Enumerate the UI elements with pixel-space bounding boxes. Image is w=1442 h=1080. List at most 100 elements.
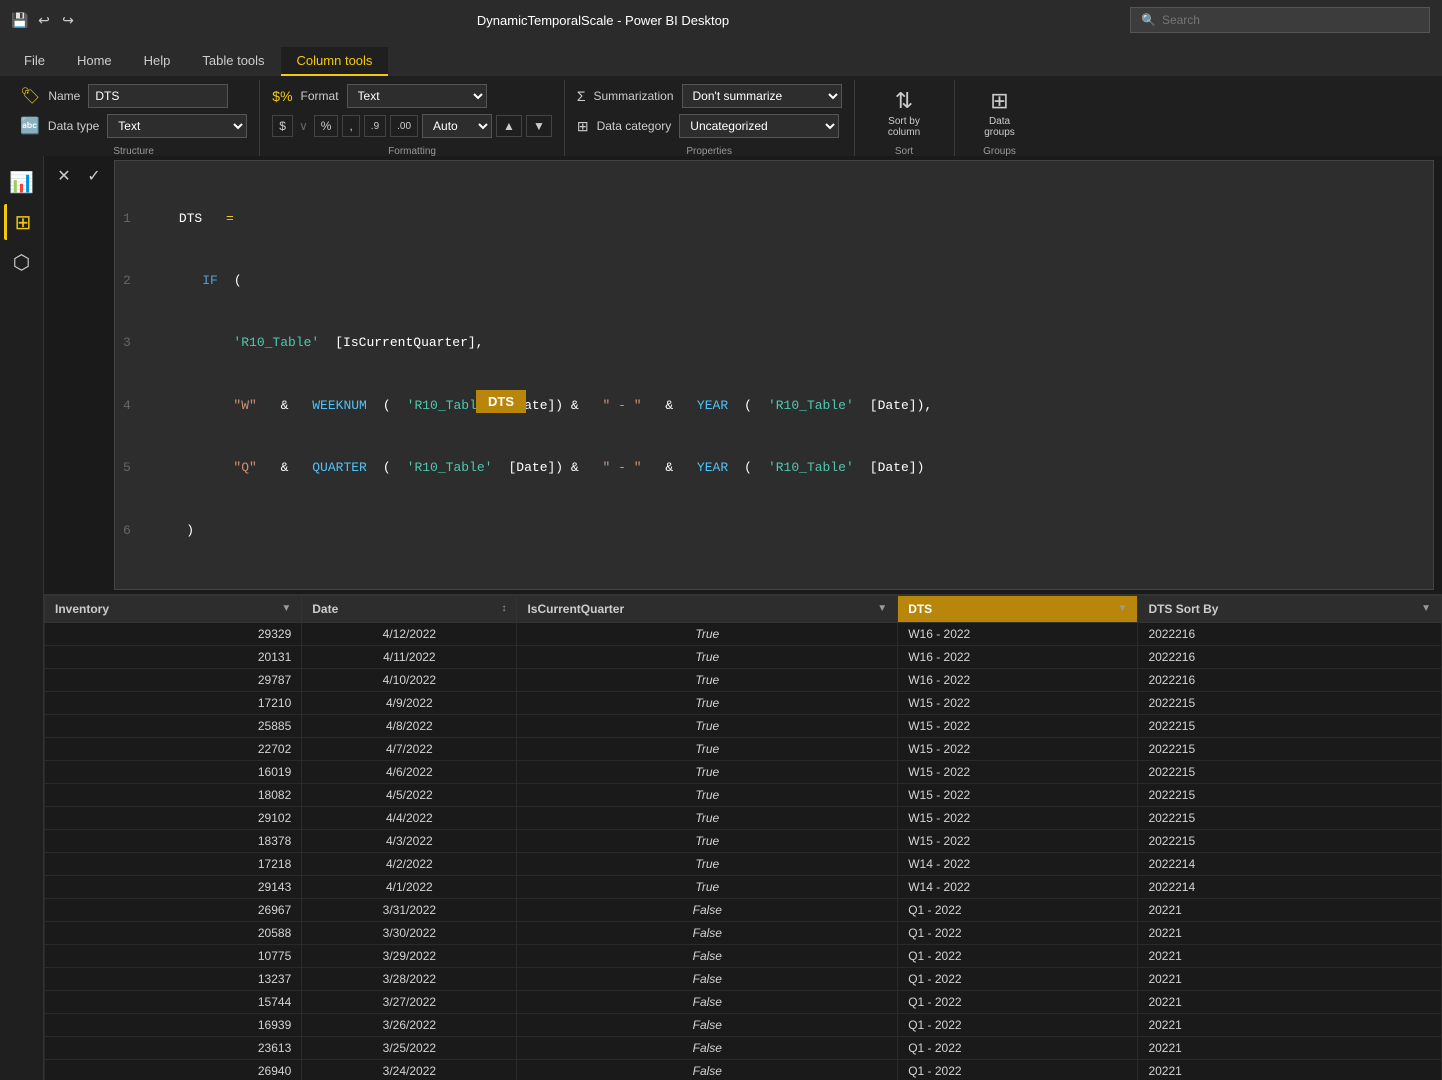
cell-date: 3/25/2022: [302, 1036, 517, 1059]
format-label: Format: [301, 89, 339, 103]
table-row: 26940 3/24/2022 False Q1 - 2022 20221: [45, 1059, 1442, 1080]
comma-btn[interactable]: ,: [342, 115, 359, 137]
cell-iscurrentquarter: False: [517, 990, 898, 1013]
table-body: 29329 4/12/2022 True W16 - 2022 2022216 …: [45, 622, 1442, 1080]
cell-inventory: 13237: [45, 967, 302, 990]
cell-dts-sort-by: 2022216: [1138, 645, 1442, 668]
search-box[interactable]: 🔍: [1130, 7, 1430, 33]
format-select[interactable]: Text: [347, 84, 487, 108]
tab-home[interactable]: Home: [61, 47, 128, 76]
formula-editor[interactable]: 1 DTS = 2 IF( 3 'R10_Table'[IsCurrentQua…: [114, 160, 1434, 590]
sidebar-item-model[interactable]: ⬡: [4, 244, 40, 280]
cell-dts-sort-by: 2022215: [1138, 691, 1442, 714]
col-dts-sort-by[interactable]: DTS Sort By ▼: [1138, 595, 1442, 622]
cell-date: 4/7/2022: [302, 737, 517, 760]
cell-inventory: 29143: [45, 875, 302, 898]
app-title: DynamicTemporalScale - Power BI Desktop: [88, 13, 1118, 28]
cell-date: 4/12/2022: [302, 622, 517, 645]
cell-iscurrentquarter: True: [517, 829, 898, 852]
cell-inventory: 20588: [45, 921, 302, 944]
cell-date: 4/5/2022: [302, 783, 517, 806]
cell-iscurrentquarter: False: [517, 967, 898, 990]
sidebar-item-chart[interactable]: 📊: [4, 164, 40, 200]
cell-iscurrentquarter: False: [517, 1036, 898, 1059]
cell-iscurrentquarter: False: [517, 1013, 898, 1036]
search-input[interactable]: [1162, 13, 1419, 27]
cell-iscurrentquarter: True: [517, 783, 898, 806]
cell-dts: Q1 - 2022: [898, 990, 1138, 1013]
tab-file[interactable]: File: [8, 47, 61, 76]
auto-spin-up[interactable]: ▲: [496, 115, 522, 137]
cell-iscurrentquarter: True: [517, 875, 898, 898]
sort-group-label: Sort: [895, 142, 913, 157]
ribbon-group-formatting: $% Format Text $ ∨ % , .9 .00 Auto ▲ ▼ F…: [260, 80, 565, 161]
sort-by-column-btn[interactable]: ⇅ Sort by column: [884, 84, 924, 142]
table-row: 23613 3/25/2022 False Q1 - 2022 20221: [45, 1036, 1442, 1059]
ribbon-group-groups: ⊞ Data groups Groups: [955, 80, 1045, 161]
cell-inventory: 29787: [45, 668, 302, 691]
data-table-wrapper[interactable]: Inventory ▼ Date ↕ IsCurrentQuarter: [44, 595, 1442, 1080]
decimal-btn[interactable]: .9: [364, 115, 386, 137]
cell-dts-sort-by: 20221: [1138, 1036, 1442, 1059]
iscq-sort-icon: ▼: [877, 603, 887, 614]
tab-help[interactable]: Help: [128, 47, 187, 76]
col-dts[interactable]: DTS ▼: [898, 595, 1138, 622]
datacategory-select[interactable]: Uncategorized: [679, 114, 839, 138]
cell-dts-sort-by: 20221: [1138, 944, 1442, 967]
decimal-inc-btn[interactable]: .00: [390, 115, 418, 137]
search-icon: 🔍: [1141, 13, 1156, 27]
cell-date: 4/8/2022: [302, 714, 517, 737]
cell-dts-sort-by: 2022215: [1138, 714, 1442, 737]
auto-spin-down[interactable]: ▼: [526, 115, 552, 137]
cell-inventory: 20131: [45, 645, 302, 668]
table-row: 26967 3/31/2022 False Q1 - 2022 20221: [45, 898, 1442, 921]
formatting-group-label: Formatting: [388, 142, 436, 157]
percent-btn[interactable]: %: [314, 115, 339, 137]
confirm-formula-btn[interactable]: ✓: [82, 164, 106, 188]
sidebar-item-table[interactable]: ⊞: [4, 204, 40, 240]
save-icon[interactable]: 💾: [12, 12, 28, 28]
cell-date: 3/28/2022: [302, 967, 517, 990]
table-row: 29787 4/10/2022 True W16 - 2022 2022216: [45, 668, 1442, 691]
cell-dts: W15 - 2022: [898, 760, 1138, 783]
col-inventory[interactable]: Inventory ▼: [45, 595, 302, 622]
cell-dts-sort-by: 2022215: [1138, 760, 1442, 783]
cell-dts: W15 - 2022: [898, 806, 1138, 829]
cell-inventory: 29329: [45, 622, 302, 645]
structure-group-label: Structure: [113, 142, 154, 157]
dollar-btn[interactable]: $: [272, 115, 293, 137]
name-icon: 🏷: [20, 86, 40, 106]
data-groups-btn[interactable]: ⊞ Data groups: [980, 84, 1019, 142]
cell-iscurrentquarter: True: [517, 806, 898, 829]
cell-date: 3/30/2022: [302, 921, 517, 944]
cell-dts-sort-by: 20221: [1138, 1059, 1442, 1080]
cell-date: 4/9/2022: [302, 691, 517, 714]
cell-iscurrentquarter: True: [517, 852, 898, 875]
cell-dts-sort-by: 2022215: [1138, 806, 1442, 829]
name-input[interactable]: [88, 84, 228, 108]
summarization-select[interactable]: Don't summarize: [682, 84, 842, 108]
tab-table-tools[interactable]: Table tools: [186, 47, 280, 76]
cell-date: 3/31/2022: [302, 898, 517, 921]
cell-iscurrentquarter: True: [517, 691, 898, 714]
col-date[interactable]: Date ↕: [302, 595, 517, 622]
cell-dts: W15 - 2022: [898, 714, 1138, 737]
formula-actions: ✕ ✓: [52, 160, 106, 590]
cell-date: 4/3/2022: [302, 829, 517, 852]
cell-dts-sort-by: 20221: [1138, 1013, 1442, 1036]
undo-icon[interactable]: ↩: [36, 12, 52, 28]
cell-date: 4/10/2022: [302, 668, 517, 691]
datatype-select[interactable]: Text: [107, 114, 247, 138]
cancel-formula-btn[interactable]: ✕: [52, 164, 76, 188]
groups-group-label: Groups: [983, 142, 1016, 157]
table-row: 29143 4/1/2022 True W14 - 2022 2022214: [45, 875, 1442, 898]
col-iscurrentquarter[interactable]: IsCurrentQuarter ▼: [517, 595, 898, 622]
cell-iscurrentquarter: True: [517, 760, 898, 783]
auto-select[interactable]: Auto: [422, 114, 492, 138]
cell-date: 4/1/2022: [302, 875, 517, 898]
ribbon-group-sort: ⇅ Sort by column Sort: [855, 80, 955, 161]
redo-icon[interactable]: ↪: [60, 12, 76, 28]
cell-inventory: 25885: [45, 714, 302, 737]
title-bar: 💾 ↩ ↪ DynamicTemporalScale - Power BI De…: [0, 0, 1442, 40]
tab-column-tools[interactable]: Column tools: [281, 47, 389, 76]
